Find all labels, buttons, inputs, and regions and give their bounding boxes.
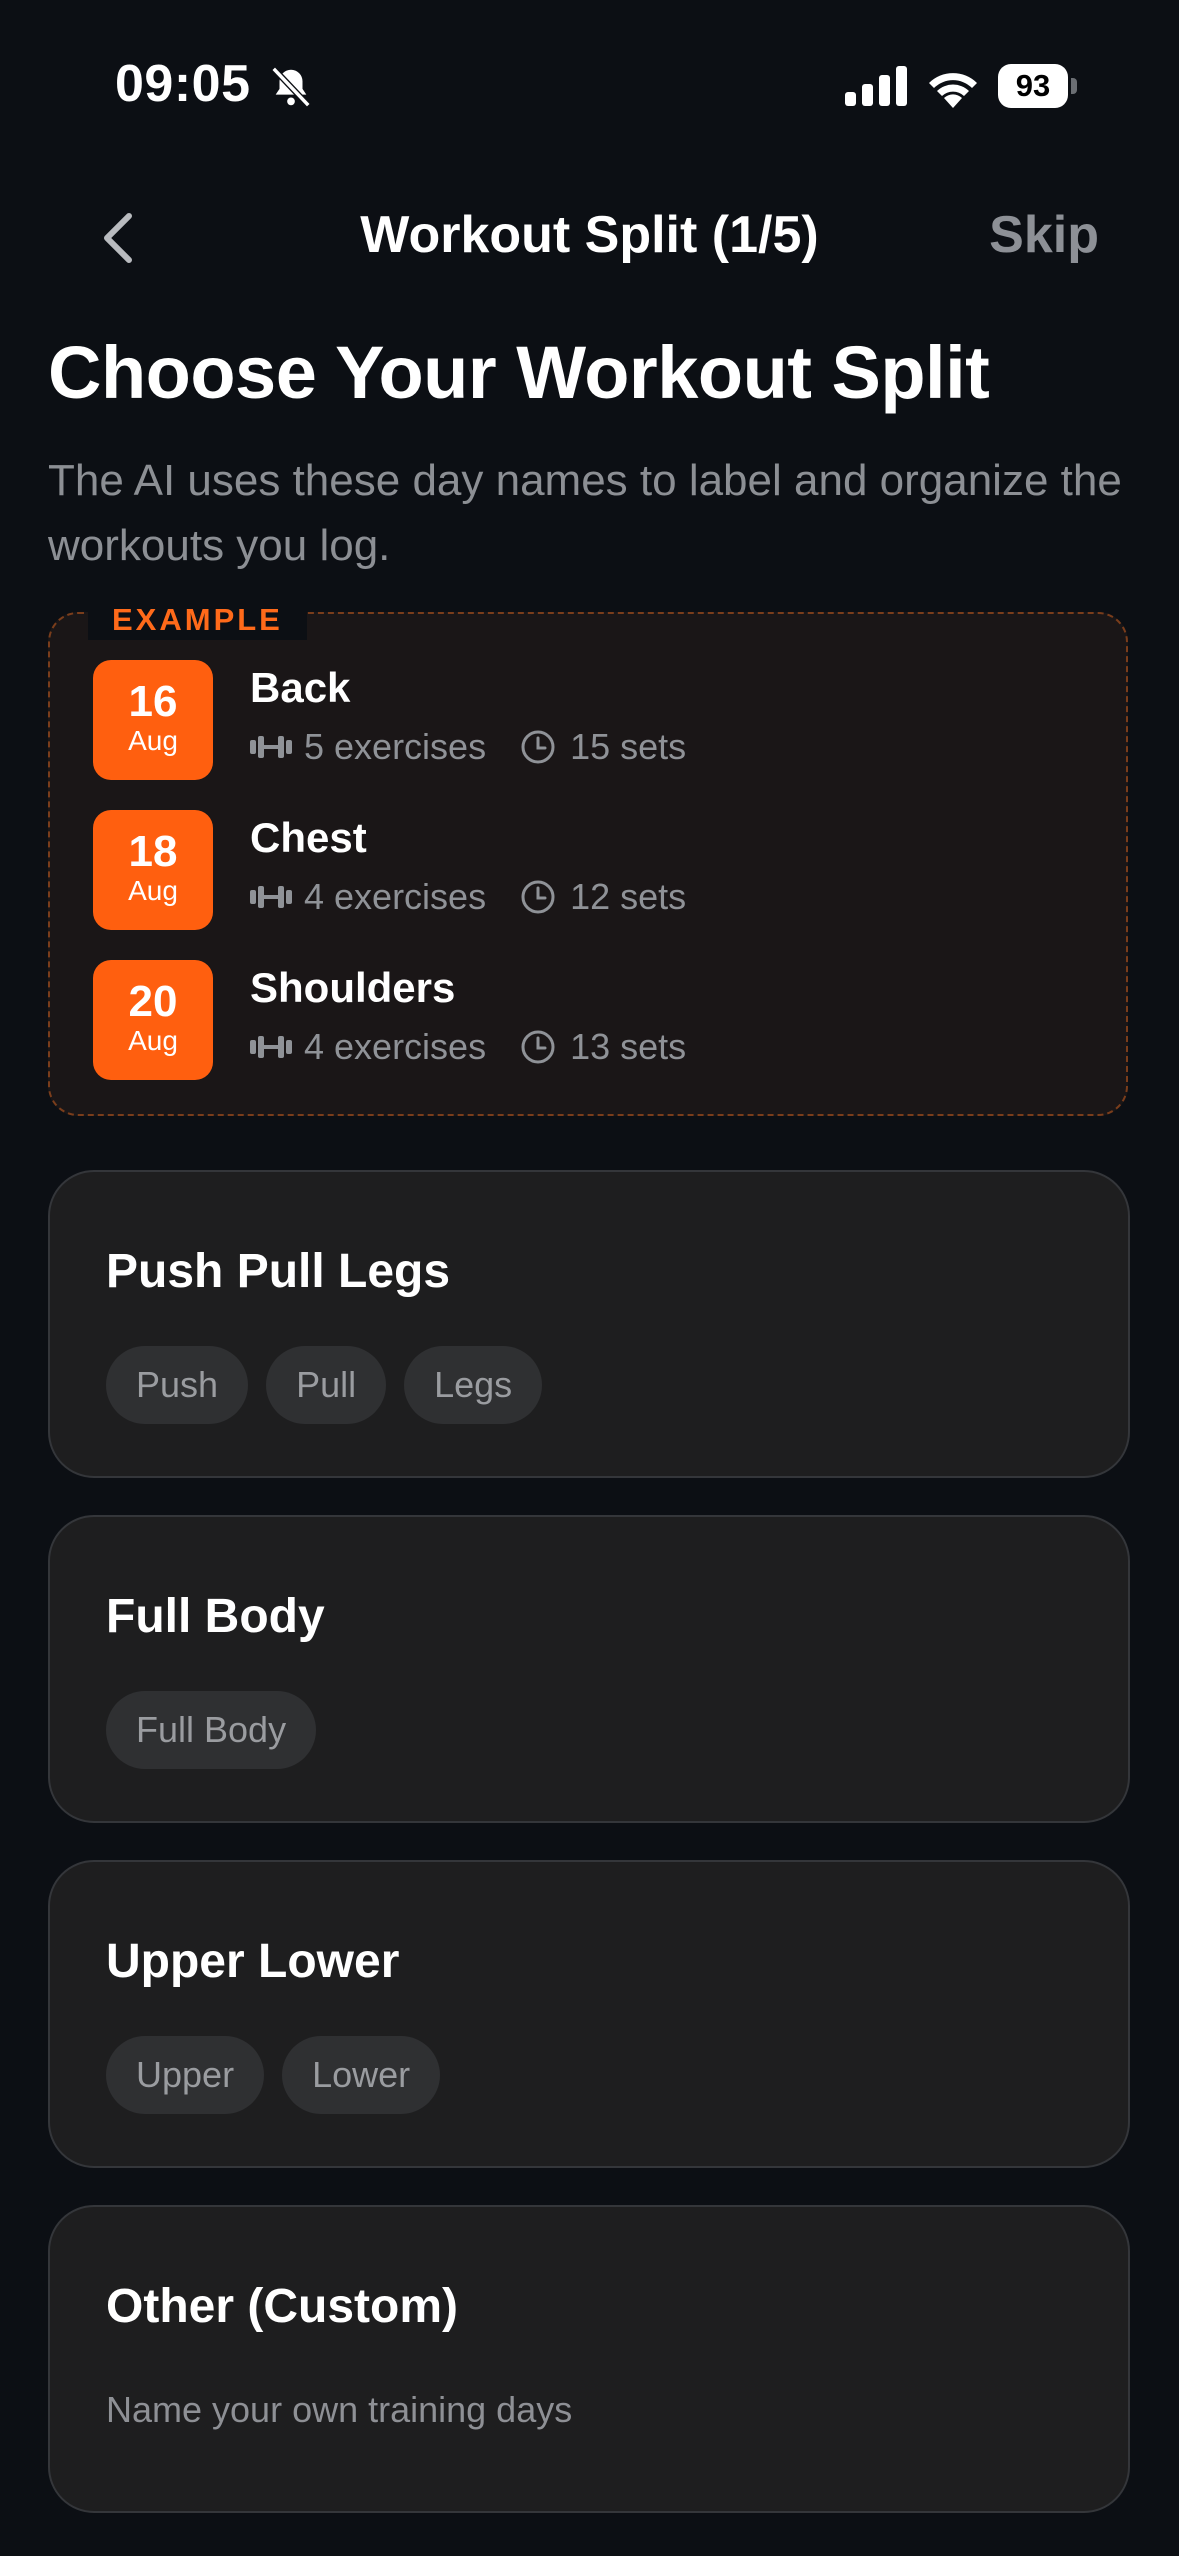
option-title: Other (Custom) <box>106 2280 458 2333</box>
chip: Legs <box>404 1346 543 1424</box>
example-item-meta: 4 exercises 13 sets <box>250 1026 686 1068</box>
chip: Pull <box>266 1346 387 1424</box>
chip-list: Push Pull Legs <box>106 1346 543 1424</box>
exercise-count: 5 exercises <box>304 726 487 767</box>
dumbbell-icon <box>250 886 292 908</box>
skip-button[interactable]: Skip <box>989 205 1099 265</box>
option-title: Push Pull Legs <box>106 1245 451 1298</box>
option-card-push-pull-legs[interactable]: Push Pull Legs Push Pull Legs <box>48 1170 1130 1478</box>
exercise-count: 4 exercises <box>304 1026 487 1067</box>
back-button[interactable] <box>88 200 148 276</box>
page-subtitle: The AI uses these day names to label and… <box>48 456 1122 570</box>
wifi-icon <box>929 73 977 108</box>
option-card-upper-lower[interactable]: Upper Lower Upper Lower <box>48 1860 1130 2168</box>
date-day: 16 <box>128 677 178 726</box>
date-month: Aug <box>128 1025 178 1056</box>
example-label: EXAMPLE <box>88 600 307 640</box>
date-month: Aug <box>128 725 178 756</box>
example-item-meta: 4 exercises 12 sets <box>250 876 686 918</box>
date-badge: 20 Aug <box>93 960 213 1080</box>
status-bar: 09:05 93 <box>0 0 1179 170</box>
signal-icon <box>845 66 907 106</box>
chip: Lower <box>282 2036 441 2114</box>
date-day: 20 <box>128 977 178 1026</box>
example-item-name: Chest <box>250 814 367 861</box>
set-count: 13 sets <box>570 1026 687 1067</box>
exercise-count: 4 exercises <box>304 876 487 917</box>
example-item-back: 16 Aug Back 5 exercises 15 sets <box>93 660 1093 780</box>
status-time: 09:05 <box>115 55 251 113</box>
date-month: Aug <box>128 875 178 906</box>
example-item-meta: 5 exercises 15 sets <box>250 726 686 768</box>
chip: Upper <box>106 2036 265 2114</box>
chip-list: Upper Lower <box>106 2036 441 2114</box>
example-item-name: Shoulders <box>250 964 456 1011</box>
battery-icon: 93 <box>998 64 1078 108</box>
dumbbell-icon <box>250 1036 292 1058</box>
chip-list: Full Body <box>106 1691 317 1769</box>
option-title: Full Body <box>106 1590 325 1643</box>
option-description: Name your own training days <box>106 2389 573 2430</box>
chip: Push <box>106 1346 249 1424</box>
example-item-chest: 18 Aug Chest 4 exercises 12 sets <box>93 810 1093 930</box>
page-title: Choose Your Workout Split <box>48 331 990 414</box>
set-count: 15 sets <box>570 726 687 767</box>
example-item-shoulders: 20 Aug Shoulders 4 exercises 13 sets <box>93 960 1093 1080</box>
clock-icon <box>521 880 555 914</box>
example-item-name: Back <box>250 664 351 711</box>
date-badge: 16 Aug <box>93 660 213 780</box>
date-badge: 18 Aug <box>93 810 213 930</box>
date-day: 18 <box>128 827 178 876</box>
option-card-full-body[interactable]: Full Body Full Body <box>48 1515 1130 1823</box>
battery-level: 93 <box>998 64 1068 108</box>
clock-icon <box>521 1030 555 1064</box>
option-card-custom[interactable]: Other (Custom) Name your own training da… <box>48 2205 1130 2513</box>
bell-slash-icon <box>271 66 311 108</box>
clock-icon <box>521 730 555 764</box>
option-title: Upper Lower <box>106 1935 400 1988</box>
chevron-left-icon <box>104 213 132 263</box>
set-count: 12 sets <box>570 876 687 917</box>
chip: Full Body <box>106 1691 317 1769</box>
dumbbell-icon <box>250 736 292 758</box>
